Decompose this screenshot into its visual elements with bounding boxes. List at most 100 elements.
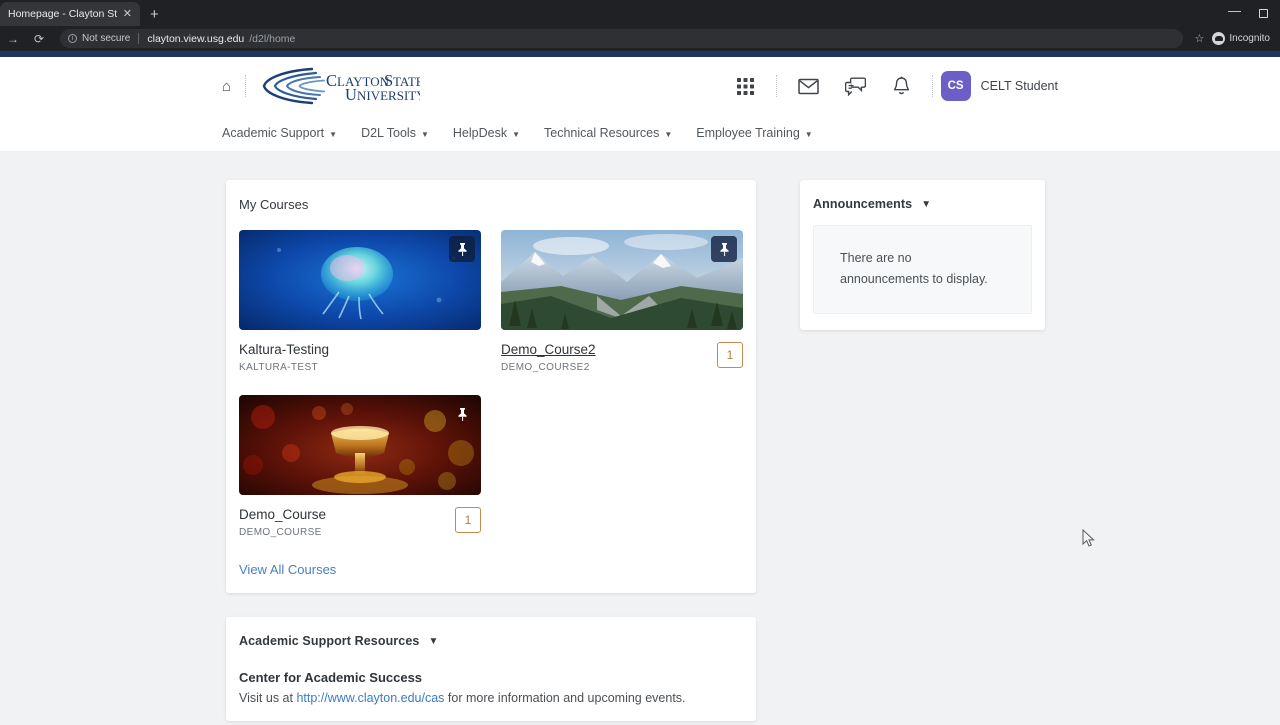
reload-icon[interactable]: ⟳	[30, 32, 48, 46]
home-icon[interactable]: ⌂	[222, 78, 231, 95]
page-body: ⌂ C LAYTON S TATE U NIVERSITY CS CELT St…	[0, 57, 1280, 725]
course-code: DEMO_COURSE	[239, 527, 322, 538]
my-courses-widget: My Courses Kaltura-Testing KALTURA-TEST …	[226, 180, 756, 593]
header-actions: CS CELT Student	[723, 57, 1280, 115]
tab-title: Homepage - Clayton State Unive	[8, 8, 117, 20]
course-thumbnail-goblet[interactable]	[239, 395, 481, 495]
svg-text:U: U	[345, 85, 357, 104]
chevron-down-icon: ▼	[664, 129, 673, 139]
minimize-icon[interactable]: —	[1228, 4, 1241, 17]
header-divider	[931, 75, 933, 97]
course-code: KALTURA-TEST	[239, 362, 319, 373]
profile-label: Incognito	[1229, 33, 1270, 44]
header-divider	[245, 75, 247, 97]
announcements-widget: Announcements ▼ There are no announcemen…	[800, 180, 1045, 331]
svg-text:TATE: TATE	[393, 74, 420, 89]
right-column: Announcements ▼ There are no announcemen…	[800, 180, 1045, 721]
course-card[interactable]: Kaltura-Testing KALTURA-TEST	[239, 230, 481, 373]
nav-item-helpdesk[interactable]: HelpDesk ▼	[453, 126, 520, 140]
nav-item-academic-support[interactable]: Academic Support ▼	[222, 126, 337, 140]
url-path: /d2l/home	[249, 32, 296, 45]
nav-label: HelpDesk	[452, 126, 508, 140]
browser-chrome: Homepage - Clayton State Unive ✕ + — → ⟳…	[0, 0, 1280, 57]
widget-header[interactable]: Announcements ▼	[813, 197, 1032, 211]
forward-arrow-icon[interactable]: →	[4, 32, 22, 46]
support-text-after: for more information and upcoming events…	[444, 691, 686, 705]
user-name: CELT Student	[980, 79, 1058, 93]
course-name[interactable]: Kaltura-Testing	[239, 342, 329, 357]
star-icon[interactable]: ☆	[1195, 32, 1205, 45]
incognito-icon	[1212, 32, 1226, 45]
plus-icon[interactable]: +	[150, 6, 159, 23]
envelope-icon[interactable]	[785, 78, 832, 95]
announcements-empty-state: There are no announcements to display.	[813, 225, 1032, 315]
svg-text:C: C	[326, 71, 337, 90]
course-name[interactable]: Demo_Course2	[501, 342, 596, 357]
browser-tab[interactable]: Homepage - Clayton State Unive ✕	[0, 2, 140, 26]
notification-bell-icon[interactable]	[879, 76, 924, 96]
course-grid: Kaltura-Testing KALTURA-TEST Demo_Course…	[239, 230, 743, 538]
window-controls: —	[1228, 0, 1280, 26]
academic-support-widget: Academic Support Resources ▼ Center for …	[226, 617, 756, 721]
empty-text-line2: announcements to display.	[840, 271, 988, 286]
svg-text:NIVERSITY: NIVERSITY	[357, 88, 420, 103]
chevron-down-icon[interactable]: ▼	[921, 199, 931, 210]
empty-text-line1: There are no	[840, 251, 912, 265]
omnibox-divider	[138, 33, 140, 44]
widget-title: Academic Support Resources	[239, 634, 420, 648]
nav-label: Technical Resources	[544, 126, 660, 140]
nav-item-employee-training[interactable]: Employee Training ▼	[696, 126, 812, 140]
header-divider	[775, 75, 777, 97]
pushpin-icon[interactable]	[449, 401, 475, 427]
maximize-icon[interactable]	[1259, 8, 1268, 18]
close-icon[interactable]: ✕	[121, 8, 134, 20]
site-header: ⌂ C LAYTON S TATE U NIVERSITY CS CELT St…	[0, 57, 1280, 115]
course-notification-badge[interactable]: 1	[717, 342, 743, 368]
support-paragraph: Visit us at http://www.clayton.edu/cas f…	[239, 691, 743, 705]
main-navigation: Academic Support ▼ D2L Tools ▼ HelpDesk …	[0, 115, 1280, 152]
nav-label: Employee Training	[696, 126, 800, 140]
url-host: clayton.view.usg.edu	[147, 32, 245, 45]
info-icon[interactable]: i	[68, 34, 77, 43]
security-status: Not secure	[82, 33, 131, 44]
course-name[interactable]: Demo_Course	[239, 507, 326, 522]
tab-strip: Homepage - Clayton State Unive ✕ + —	[0, 0, 1280, 26]
nav-item-d2l-tools[interactable]: D2L Tools ▼	[361, 126, 429, 140]
profile-indicator[interactable]: Incognito	[1212, 32, 1270, 45]
page-content: My Courses Kaltura-Testing KALTURA-TEST …	[0, 152, 1280, 721]
chevron-down-icon[interactable]: ▼	[428, 636, 438, 647]
view-all-courses-link[interactable]: View All Courses	[239, 562, 743, 577]
course-card[interactable]: Demo_Course DEMO_COURSE 1	[239, 395, 481, 538]
course-notification-badge[interactable]: 1	[455, 507, 481, 533]
widget-header[interactable]: Academic Support Resources ▼	[239, 634, 743, 648]
course-meta: Demo_Course DEMO_COURSE 1	[239, 507, 481, 538]
course-meta: Kaltura-Testing KALTURA-TEST	[239, 342, 481, 373]
course-card[interactable]: Demo_Course2 DEMO_COURSE2 1	[501, 230, 743, 373]
chevron-down-icon: ▼	[420, 129, 429, 139]
widget-title: My Courses	[239, 197, 309, 212]
chevron-down-icon: ▼	[512, 129, 520, 139]
course-meta: Demo_Course2 DEMO_COURSE2 1	[501, 342, 743, 373]
browser-toolbar: → ⟳ i Not secure clayton.view.usg.edu /d…	[0, 26, 1280, 51]
course-thumbnail-jellyfish[interactable]	[239, 230, 481, 330]
course-thumbnail-mountains[interactable]	[501, 230, 743, 330]
left-column: My Courses Kaltura-Testing KALTURA-TEST …	[226, 180, 756, 721]
chevron-down-icon: ▼	[804, 129, 813, 139]
site-logo[interactable]: C LAYTON S TATE U NIVERSITY	[260, 65, 420, 107]
nav-label: D2L Tools	[361, 126, 416, 140]
cas-link[interactable]: http://www.clayton.edu/cas	[296, 691, 444, 705]
pushpin-icon[interactable]	[449, 236, 475, 262]
chevron-down-icon: ▼	[329, 129, 338, 139]
nav-label: Academic Support	[222, 126, 325, 140]
nav-item-technical-resources[interactable]: Technical Resources ▼	[544, 126, 672, 140]
course-code: DEMO_COURSE2	[501, 362, 590, 373]
widget-title: Announcements	[813, 197, 913, 211]
address-bar[interactable]: i Not secure clayton.view.usg.edu /d2l/h…	[60, 29, 1183, 48]
apps-grid-icon[interactable]	[723, 77, 768, 96]
support-text-before: Visit us at	[239, 691, 297, 705]
mouse-cursor	[1082, 529, 1095, 547]
support-heading: Center for Academic Success	[239, 670, 423, 685]
chat-bubbles-icon[interactable]	[832, 77, 879, 96]
pushpin-icon[interactable]	[711, 236, 737, 262]
avatar[interactable]: CS	[940, 71, 971, 101]
